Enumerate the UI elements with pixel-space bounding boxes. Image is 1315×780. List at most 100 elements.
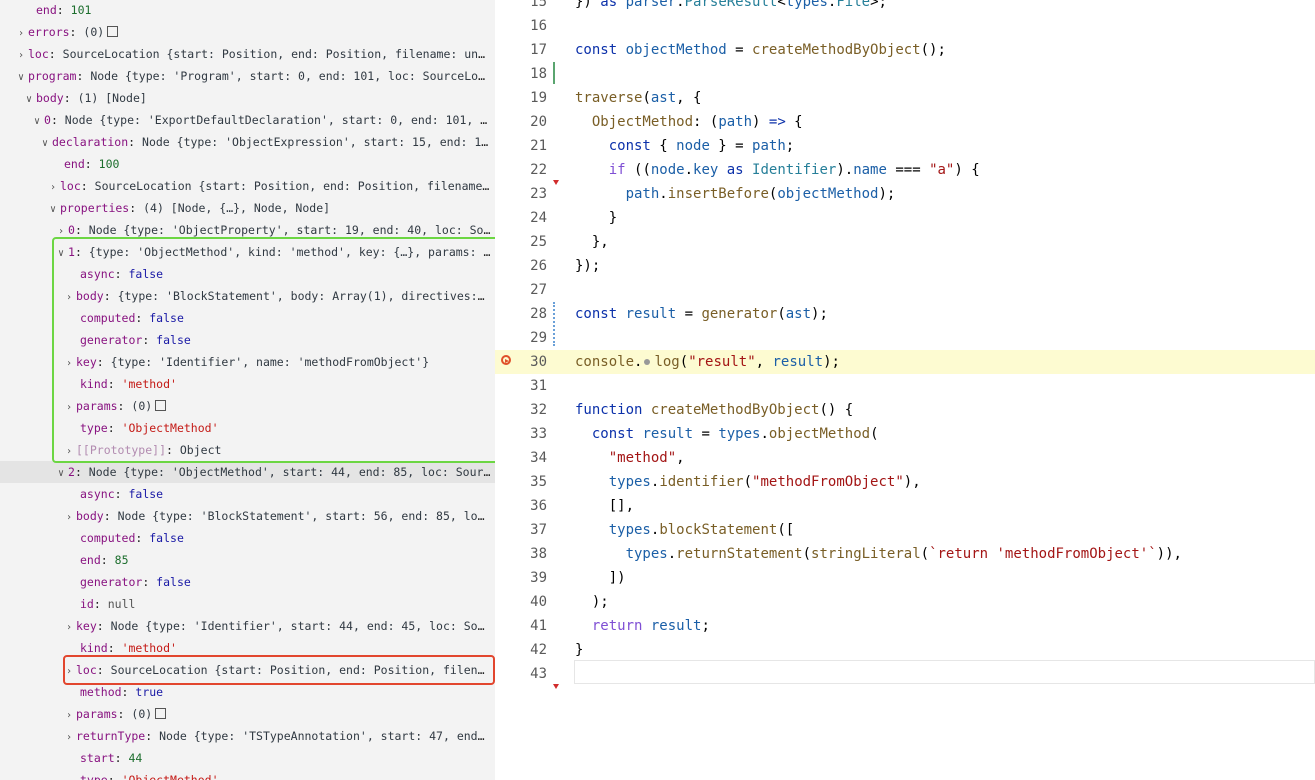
chevron-right-icon[interactable]: ›	[46, 177, 60, 197]
line-number[interactable]: 20	[495, 110, 547, 134]
empty-line-input[interactable]	[574, 660, 1315, 684]
tree-row[interactable]: › [[Prototype]]: Object	[0, 439, 495, 461]
code-line[interactable]: 41 return result;	[495, 614, 1315, 638]
line-number[interactable]: 26	[495, 254, 547, 278]
tree-row[interactable]: ∨ 0: Node {type: 'ExportDefaultDeclaratio…	[0, 109, 495, 131]
code-line[interactable]: 38 types.returnStatement(stringLiteral(`…	[495, 542, 1315, 566]
line-number[interactable]: 21	[495, 134, 547, 158]
tree-row[interactable]: › loc: SourceLocation {start: Position, e…	[0, 175, 495, 197]
chevron-right-icon[interactable]: ›	[62, 353, 76, 373]
code-line[interactable]: 24 }	[495, 206, 1315, 230]
code-line[interactable]: 16	[495, 14, 1315, 38]
code-line[interactable]: 19 traverse(ast, {	[495, 86, 1315, 110]
code-line[interactable]: 20 ObjectMethod: (path) => {	[495, 110, 1315, 134]
chevron-down-icon[interactable]: ∨	[54, 243, 68, 263]
line-number[interactable]: 23	[495, 182, 547, 206]
code-line[interactable]: 32 function createMethodByObject() {	[495, 398, 1315, 422]
tree-row[interactable]: › returnType: Node {type: 'TSTypeAnnotati…	[0, 725, 495, 747]
tree-row[interactable]: › params: (0)	[0, 703, 495, 725]
inline-breakpoint-dot-icon[interactable]	[644, 359, 651, 365]
line-number[interactable]: 28	[495, 302, 547, 326]
code-line[interactable]: 26});	[495, 254, 1315, 278]
line-number[interactable]: 15	[495, 0, 547, 14]
code-line[interactable]: 25 },	[495, 230, 1315, 254]
chevron-right-icon[interactable]: ›	[62, 441, 76, 461]
tree-row[interactable]: › body: Node {type: 'BlockStatement', sta…	[0, 505, 495, 527]
chevron-right-icon[interactable]: ›	[62, 287, 76, 307]
line-number[interactable]: 33	[495, 422, 547, 446]
chevron-right-icon[interactable]: ›	[62, 507, 76, 527]
fold-marker[interactable]	[553, 180, 559, 185]
code-line[interactable]: 17 const objectMethod = createMethodByObj…	[495, 38, 1315, 62]
code-line[interactable]: 42}	[495, 638, 1315, 662]
line-number[interactable]: 38	[495, 542, 547, 566]
line-number[interactable]: 22	[495, 158, 547, 182]
tree-row[interactable]: ∨ declaration: Node {type: 'ObjectExpress…	[0, 131, 495, 153]
line-number[interactable]: 17	[495, 38, 547, 62]
chevron-right-icon[interactable]: ›	[62, 727, 76, 747]
code-editor[interactable]: 15}) as parser.ParseResult<types.File>; 1…	[495, 0, 1315, 780]
line-number[interactable]: 34	[495, 446, 547, 470]
breakpoint-icon[interactable]	[501, 355, 511, 365]
line-number[interactable]: 16	[495, 14, 547, 38]
line-number[interactable]: 24	[495, 206, 547, 230]
code-line[interactable]: 33 const result = types.objectMethod(	[495, 422, 1315, 446]
code-line[interactable]: 28 const result = generator(ast);	[495, 302, 1315, 326]
code-line[interactable]: 37 types.blockStatement([	[495, 518, 1315, 542]
tree-row[interactable]: › loc: SourceLocation {start: Position, e…	[0, 43, 495, 65]
code-line[interactable]: 27	[495, 278, 1315, 302]
tree-row[interactable]: › 0: Node {type: 'ObjectProperty', start:…	[0, 219, 495, 241]
line-number[interactable]: 19	[495, 86, 547, 110]
line-number[interactable]: 39	[495, 566, 547, 590]
code-line[interactable]: 22 if ((node.key as Identifier).name ===…	[495, 158, 1315, 182]
code-line[interactable]: 29	[495, 326, 1315, 350]
line-number[interactable]: 35	[495, 470, 547, 494]
line-number[interactable]: 42	[495, 638, 547, 662]
tree-row[interactable]: › body: {type: 'BlockStatement', body: Ar…	[0, 285, 495, 307]
chevron-right-icon[interactable]: ›	[14, 23, 28, 43]
chevron-down-icon[interactable]: ∨	[30, 111, 44, 131]
line-number[interactable]: 25	[495, 230, 547, 254]
code-line[interactable]: 35 types.identifier("methodFromObject"),	[495, 470, 1315, 494]
tree-row[interactable]: ∨ 2: Node {type: 'ObjectMethod', start: 4…	[0, 461, 495, 483]
tree-row[interactable]: › errors: (0)	[0, 21, 495, 43]
chevron-right-icon[interactable]: ›	[14, 45, 28, 65]
fold-marker[interactable]	[553, 684, 559, 689]
line-number[interactable]: 36	[495, 494, 547, 518]
chevron-down-icon[interactable]: ∨	[46, 199, 60, 219]
chevron-down-icon[interactable]: ∨	[14, 67, 28, 87]
code-line[interactable]: 15}) as parser.ParseResult<types.File>;	[495, 0, 1315, 14]
line-number[interactable]: 27	[495, 278, 547, 302]
chevron-right-icon[interactable]: ›	[54, 221, 68, 241]
chevron-right-icon[interactable]: ›	[62, 397, 76, 417]
tree-row[interactable]: › loc: SourceLocation {start: Position, e…	[0, 659, 495, 681]
line-number[interactable]: 32	[495, 398, 547, 422]
chevron-right-icon[interactable]: ›	[62, 661, 76, 681]
line-number[interactable]: 40	[495, 590, 547, 614]
line-number[interactable]: 29	[495, 326, 547, 350]
chevron-right-icon[interactable]: ›	[62, 617, 76, 637]
code-line[interactable]: 40 );	[495, 590, 1315, 614]
chevron-down-icon[interactable]: ∨	[54, 463, 68, 483]
line-number[interactable]: 37	[495, 518, 547, 542]
tree-row[interactable]: › key: {type: 'Identifier', name: 'method…	[0, 351, 495, 373]
tree-row[interactable]: ∨ body: (1) [Node]	[0, 87, 495, 109]
code-line[interactable]: 30 console. log("result", result);	[495, 350, 1315, 374]
code-line[interactable]: 36 [],	[495, 494, 1315, 518]
code-line[interactable]: 18	[495, 62, 1315, 86]
line-number[interactable]: 41	[495, 614, 547, 638]
tree-row[interactable]: ∨ properties: (4) [Node, {…}, Node, Node]	[0, 197, 495, 219]
tree-row[interactable]: › params: (0)	[0, 395, 495, 417]
chevron-down-icon[interactable]: ∨	[22, 89, 36, 109]
tree-row[interactable]: ∨ program: Node {type: 'Program', start: …	[0, 65, 495, 87]
code-line[interactable]: 23 path.insertBefore(objectMethod);	[495, 182, 1315, 206]
tree-row[interactable]: ∨ 1: {type: 'ObjectMethod', kind: 'method…	[0, 241, 495, 263]
code-line[interactable]: 31	[495, 374, 1315, 398]
code-line[interactable]: 34 "method",	[495, 446, 1315, 470]
chevron-down-icon[interactable]: ∨	[38, 133, 52, 153]
line-number[interactable]: 43	[495, 662, 547, 686]
line-number[interactable]: 18	[495, 62, 547, 86]
tree-row[interactable]: › key: Node {type: 'Identifier', start: 4…	[0, 615, 495, 637]
chevron-right-icon[interactable]: ›	[62, 705, 76, 725]
line-number[interactable]: 31	[495, 374, 547, 398]
